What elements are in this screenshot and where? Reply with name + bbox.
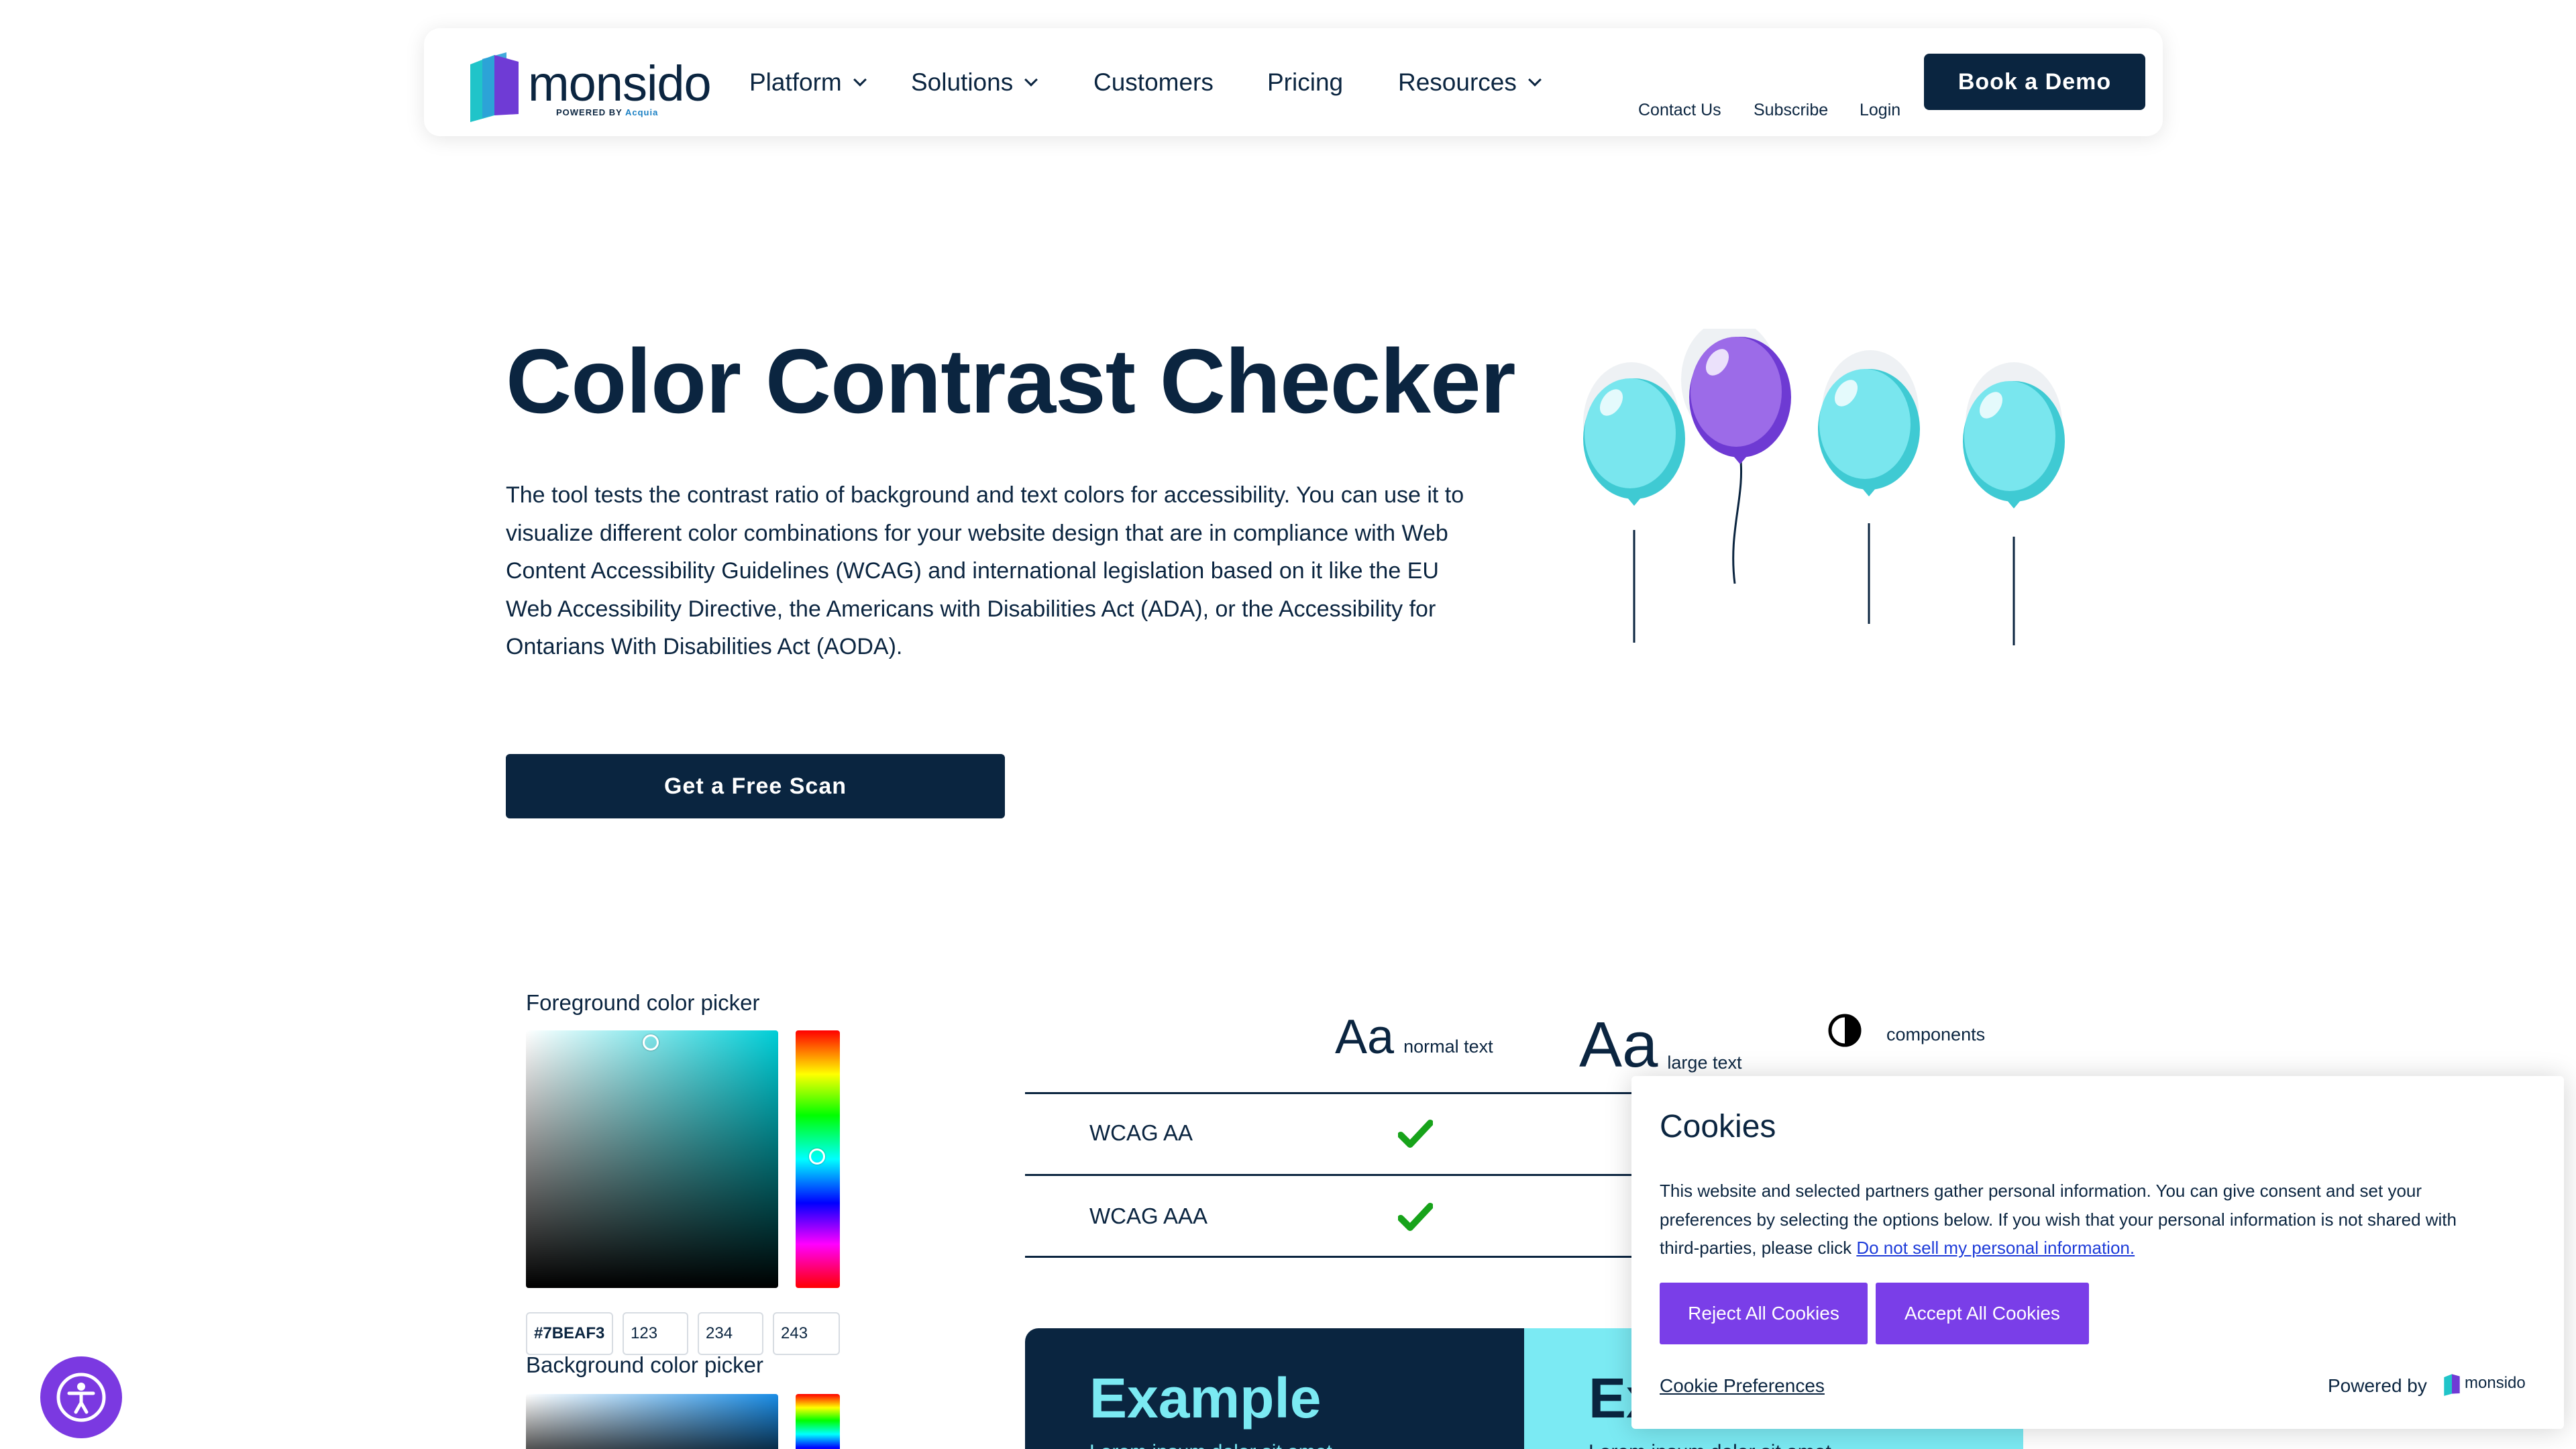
balloons-illustration — [1583, 329, 2065, 645]
example-title: Example — [1089, 1366, 1322, 1430]
hero-description-line: Content Accessibility Guidelines (WCAG) … — [506, 558, 1439, 584]
example-dark-panel: Example Lorem ipsum dolor sit amet — [1025, 1328, 1524, 1449]
table-divider — [1025, 1174, 1696, 1176]
nav-resources[interactable]: Resources — [1398, 67, 1542, 98]
nav-pricing-label: Pricing — [1267, 68, 1344, 96]
nav-resources-label: Resources — [1398, 68, 1517, 96]
book-a-demo-button[interactable]: Book a Demo — [1924, 54, 2145, 110]
logo-powered-by: POWERED BY Acquia — [556, 107, 659, 117]
background-picker-label: Background color picker — [526, 1352, 764, 1377]
powered-by-label: Powered by — [2328, 1375, 2427, 1396]
large-text-label: large text — [1667, 1053, 1742, 1073]
foreground-hue-handle[interactable] — [809, 1148, 825, 1165]
pass-check-icon — [1398, 1203, 1433, 1231]
nav-contact-us[interactable]: Contact Us — [1638, 101, 1721, 120]
foreground-saturation-area[interactable] — [526, 1030, 778, 1288]
hero-description: The tool tests the contrast ratio of bac… — [506, 476, 1479, 666]
background-saturation-area[interactable] — [526, 1394, 778, 1449]
nav-customers[interactable]: Customers — [1093, 67, 1214, 98]
pass-check-icon — [1398, 1120, 1433, 1148]
table-divider — [1025, 1092, 1696, 1094]
accessibility-button[interactable] — [40, 1356, 122, 1438]
accessibility-person-icon — [56, 1373, 106, 1422]
powered-brand: monsido — [2465, 1374, 2526, 1392]
cookie-title: Cookies — [1660, 1109, 1776, 1144]
chevron-down-icon — [853, 73, 867, 87]
nav-subscribe[interactable]: Subscribe — [1754, 101, 1828, 120]
page-title: Color Contrast Checker — [506, 330, 1516, 432]
cookie-body-line: This website and selected partners gathe… — [1660, 1181, 2422, 1201]
normal-text-label: normal text — [1403, 1036, 1493, 1057]
nav-login[interactable]: Login — [1860, 101, 1900, 120]
example-text: Lorem ipsum dolor sit amet — [1089, 1441, 1332, 1449]
site-header: monsido POWERED BY Acquia Platform Solut… — [424, 28, 2163, 136]
accept-all-cookies-button[interactable]: Accept All Cookies — [1876, 1283, 2089, 1344]
get-free-scan-button[interactable]: Get a Free Scan — [506, 754, 1005, 818]
hero-description-line: The tool tests the contrast ratio of bac… — [506, 482, 1464, 508]
monsido-logo-mark — [2444, 1374, 2460, 1396]
cookie-body-line: third-parties, please click Do not sell … — [1660, 1234, 2538, 1263]
nav-platform-label: Platform — [749, 68, 842, 96]
aa-large-glyph: Aa — [1579, 1009, 1658, 1081]
foreground-blue-field[interactable]: 243 — [773, 1312, 840, 1355]
chevron-down-icon — [1527, 73, 1542, 87]
cookie-body-text: third-parties, please click — [1660, 1238, 1857, 1258]
monsido-logo[interactable]: monsido POWERED BY Acquia — [468, 46, 749, 126]
nav-customers-label: Customers — [1093, 68, 1214, 96]
background-hue-slider[interactable] — [796, 1394, 840, 1449]
do-not-sell-link[interactable]: Do not sell my personal information. — [1856, 1238, 2135, 1258]
reject-all-cookies-button[interactable]: Reject All Cookies — [1660, 1283, 1868, 1344]
normal-text-column-header: Aa normal text — [1335, 1013, 1493, 1061]
cookie-body: This website and selected partners gathe… — [1660, 1177, 2538, 1263]
table-divider — [1025, 1256, 1696, 1258]
hero-description-line: visualize different color combinations f… — [506, 520, 1448, 546]
logo-wordmark: monsido — [528, 56, 712, 111]
cookie-banner: Cookies This website and selected partne… — [1631, 1076, 2564, 1429]
contrast-icon — [1828, 1014, 1862, 1047]
wcag-aa-row-label: WCAG AA — [1089, 1120, 1193, 1145]
cookie-body-line: preferences by selecting the options bel… — [1660, 1209, 2457, 1230]
foreground-hue-slider[interactable] — [796, 1030, 840, 1288]
nav-pricing[interactable]: Pricing — [1267, 67, 1343, 98]
foreground-hex-field[interactable]: #7BEAF3 — [526, 1312, 613, 1355]
foreground-sv-handle[interactable] — [643, 1034, 659, 1051]
foreground-picker-label: Foreground color picker — [526, 990, 760, 1015]
monsido-logo-mark — [470, 52, 519, 122]
cookie-preferences-link[interactable]: Cookie Preferences — [1660, 1375, 1825, 1397]
components-column-header: components — [1827, 1013, 1985, 1049]
large-text-column-header: Aa large text — [1579, 1013, 1741, 1077]
hero-description-line: Ontarians With Disabilities Act (AODA). — [506, 634, 903, 659]
components-label: components — [1886, 1024, 1986, 1044]
monsido-small-logo: monsido — [2443, 1371, 2537, 1398]
nav-platform[interactable]: Platform — [749, 67, 867, 98]
aa-normal-glyph: Aa — [1335, 1010, 1395, 1064]
nav-solutions-label: Solutions — [911, 68, 1014, 96]
hero-description-line: Web Accessibility Directive, the America… — [506, 596, 1436, 622]
foreground-green-field[interactable]: 234 — [698, 1312, 763, 1355]
example-text: Lorem ipsum dolor sit amet — [1589, 1441, 1831, 1449]
wcag-aaa-row-label: WCAG AAA — [1089, 1203, 1208, 1228]
chevron-down-icon — [1024, 73, 1038, 87]
nav-solutions[interactable]: Solutions — [911, 67, 1038, 98]
foreground-red-field[interactable]: 123 — [623, 1312, 688, 1355]
